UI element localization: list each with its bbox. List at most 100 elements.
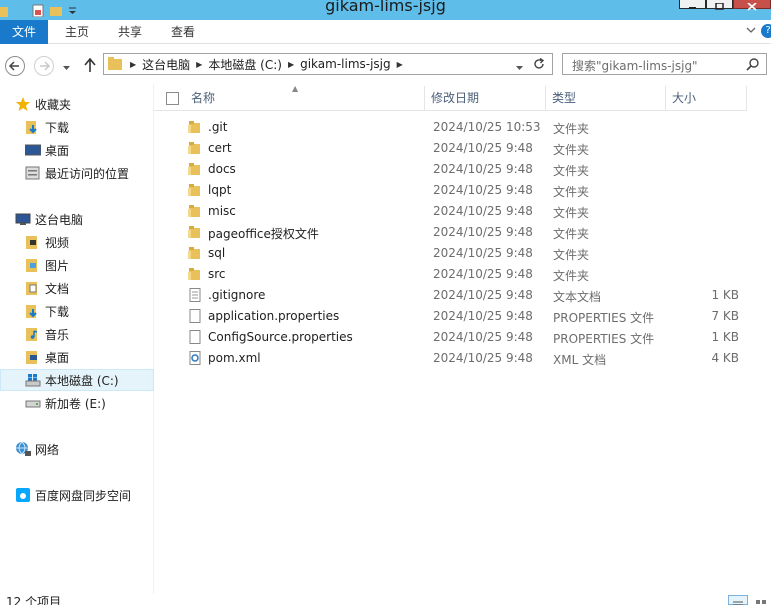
search-icon[interactable] [746, 57, 760, 74]
help-icon[interactable]: ? [761, 24, 771, 38]
maximize-button[interactable] [706, 0, 733, 10]
address-bar[interactable]: ▶ 这台电脑 ▶ 本地磁盘 (C:) ▶ gikam-lims-jsjg ▶ [103, 53, 553, 75]
file-name: docs [208, 162, 236, 176]
file-size: 1 KB [711, 288, 739, 302]
nav-local-disk-c-label: 本地磁盘 (C:) [45, 373, 119, 388]
file-icon [188, 330, 202, 344]
nav-baidu-sync-label: 百度网盘同步空间 [35, 488, 132, 503]
nav-favorites-downloads[interactable]: 下载 [0, 116, 154, 138]
nav-network-label: 网络 [35, 442, 60, 457]
address-dropdown-chevron-icon[interactable] [515, 61, 524, 75]
folder-icon [188, 183, 202, 197]
nav-videos[interactable]: 视频 [0, 231, 154, 253]
file-row[interactable]: lqpt 2024/10/25 9:48 文件夹 [154, 180, 747, 201]
nav-favorites-label: 收藏夹 [35, 97, 72, 112]
file-name: pom.xml [208, 351, 261, 365]
file-name: .gitignore [208, 288, 266, 302]
star-icon [15, 96, 31, 112]
nav-downloads-label: 下载 [45, 304, 70, 319]
breadcrumb-local-disk[interactable]: 本地磁盘 (C:) [208, 56, 282, 73]
expand-ribbon-chevron-icon[interactable] [745, 24, 757, 36]
file-list-pane: ▲ 名称 修改日期 类型 大小 .git 2024/10/25 10:53 文件夹 c… [154, 84, 771, 594]
folder-icon [108, 57, 124, 71]
breadcrumb-this-pc[interactable]: 这台电脑 [142, 56, 190, 73]
column-header-type-label: 类型 [552, 91, 577, 105]
file-type: 文件夹 [553, 143, 590, 157]
column-header-row: ▲ 名称 修改日期 类型 大小 [154, 84, 747, 111]
nav-new-volume-e-label: 新加卷 (E:) [45, 396, 106, 411]
tab-view[interactable]: 查看 [171, 20, 195, 44]
nav-favorites-desktop[interactable]: 桌面 [0, 139, 154, 161]
file-modified-date: 2024/10/25 9:48 [433, 141, 533, 155]
file-name: ConfigSource.properties [208, 330, 353, 344]
nav-favorites-downloads-label: 下载 [45, 120, 70, 135]
refresh-icon[interactable] [532, 57, 546, 74]
back-button[interactable] [5, 56, 25, 76]
breadcrumb-current-folder[interactable]: gikam-lims-jsjg [300, 57, 391, 71]
downloads-folder-icon [25, 119, 41, 135]
file-row[interactable]: application.properties 2024/10/25 9:48 PRO… [154, 306, 747, 327]
title-bar: gikam-lims-jsjg [0, 0, 771, 20]
minimize-button[interactable] [679, 0, 706, 9]
file-modified-date: 2024/10/25 10:53 [433, 120, 541, 134]
nav-desktop-label: 桌面 [45, 350, 70, 365]
chevron-right-icon[interactable]: ▶ [288, 60, 294, 69]
file-row[interactable]: cert 2024/10/25 9:48 文件夹 [154, 138, 747, 159]
navigation-row: ▶ 这台电脑 ▶ 本地磁盘 (C:) ▶ gikam-lims-jsjg ▶ 搜… [0, 44, 771, 84]
file-row[interactable]: pom.xml 2024/10/25 9:48 XML 文档 4 KB [154, 348, 747, 369]
column-header-size[interactable]: 大小 [666, 86, 747, 111]
file-modified-date: 2024/10/25 9:48 [433, 267, 533, 281]
tab-share[interactable]: 共享 [118, 20, 142, 44]
file-row[interactable]: ConfigSource.properties 2024/10/25 9:48 PR… [154, 327, 747, 348]
nav-desktop[interactable]: 桌面 [0, 346, 154, 368]
forward-button[interactable] [34, 56, 54, 76]
file-row[interactable]: .git 2024/10/25 10:53 文件夹 [154, 117, 747, 138]
chevron-right-icon[interactable]: ▶ [397, 60, 403, 69]
folder-icon [188, 225, 202, 239]
large-icons-view-button[interactable] [751, 595, 771, 605]
file-row[interactable]: sql 2024/10/25 9:48 文件夹 [154, 243, 747, 264]
nav-pictures[interactable]: 图片 [0, 254, 154, 276]
folder-icon [188, 204, 202, 218]
network-icon [15, 441, 31, 457]
nav-local-disk-c[interactable]: 本地磁盘 (C:) [0, 369, 154, 391]
file-size: 4 KB [711, 351, 739, 365]
chevron-right-icon[interactable]: ▶ [130, 60, 136, 69]
nav-downloads[interactable]: 下载 [0, 300, 154, 322]
tab-home[interactable]: 主页 [65, 20, 89, 44]
up-arrow-icon[interactable] [83, 57, 97, 76]
chevron-right-icon[interactable]: ▶ [196, 60, 202, 69]
file-row[interactable]: src 2024/10/25 9:48 文件夹 [154, 264, 747, 285]
file-row[interactable]: .gitignore 2024/10/25 9:48 文本文档 1 KB [154, 285, 747, 306]
column-header-date[interactable]: 修改日期 [425, 86, 546, 111]
column-header-name[interactable]: 名称 [154, 86, 425, 111]
nav-documents[interactable]: 文档 [0, 277, 154, 299]
xml-file-icon [188, 351, 202, 365]
navigation-pane: 收藏夹 下载 桌面 最近访问的位置 这台电脑 视频 图片 文档 下载 音乐 桌面… [0, 84, 154, 594]
nav-favorites-recent[interactable]: 最近访问的位置 [0, 162, 154, 184]
search-box[interactable]: 搜索"gikam-lims-jsjg" [562, 53, 767, 75]
tab-file[interactable]: 文件 [0, 20, 48, 44]
nav-documents-label: 文档 [45, 281, 70, 296]
recent-locations-chevron-icon[interactable] [62, 61, 71, 75]
nav-this-pc[interactable]: 这台电脑 [0, 208, 154, 230]
close-button[interactable] [733, 0, 771, 11]
nav-this-pc-label: 这台电脑 [35, 212, 84, 227]
nav-favorites[interactable]: 收藏夹 [0, 93, 154, 115]
file-type: 文件夹 [553, 248, 590, 262]
file-row[interactable]: misc 2024/10/25 9:48 文件夹 [154, 201, 747, 222]
nav-music[interactable]: 音乐 [0, 323, 154, 345]
computer-icon [15, 211, 31, 227]
file-modified-date: 2024/10/25 9:48 [433, 204, 533, 218]
file-row[interactable]: pageoffice授权文件 2024/10/25 9:48 文件夹 [154, 222, 747, 243]
nav-favorites-desktop-label: 桌面 [45, 143, 70, 158]
file-row[interactable]: docs 2024/10/25 9:48 文件夹 [154, 159, 747, 180]
column-header-type[interactable]: 类型 [546, 86, 666, 111]
nav-network[interactable]: 网络 [0, 438, 154, 460]
nav-baidu-sync[interactable]: 百度网盘同步空间 [0, 484, 154, 506]
nav-new-volume-e[interactable]: 新加卷 (E:) [0, 392, 154, 414]
search-input[interactable]: 搜索"gikam-lims-jsjg" [572, 57, 698, 74]
details-view-button[interactable] [728, 595, 748, 605]
text-file-icon [188, 288, 202, 302]
file-icon [188, 309, 202, 323]
